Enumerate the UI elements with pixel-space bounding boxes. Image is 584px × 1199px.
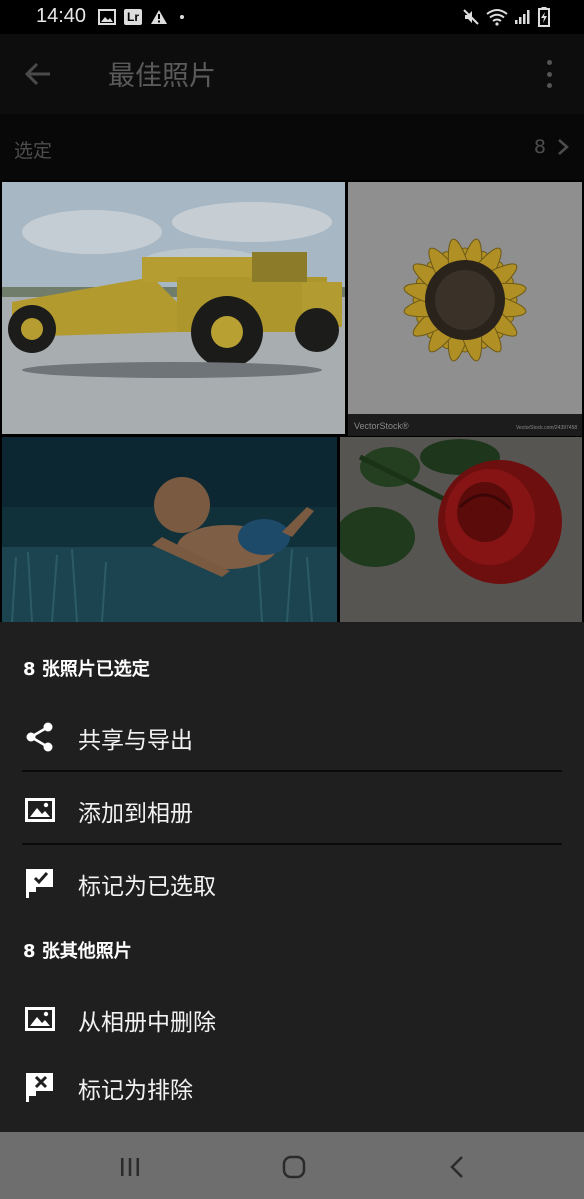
flag-reject-item[interactable]: 标记为排除 <box>0 1054 584 1120</box>
watermark-text: VectorStock® <box>354 421 409 431</box>
chevron-right-icon <box>558 139 569 155</box>
gallery-icon <box>98 9 116 25</box>
selection-label: 选定 <box>14 140 53 162</box>
photo-sunflower-drawing[interactable]: VectorStock® VectorStock.com/24397458 <box>348 182 582 436</box>
status-bar: 14:40 Lr <box>0 0 584 34</box>
add-to-album-item[interactable]: 添加到相册 <box>0 777 584 843</box>
status-left-icons: Lr <box>98 7 184 27</box>
page-title: 最佳照片 <box>108 61 216 92</box>
watermark-url: VectorStock.com/24397458 <box>516 425 577 431</box>
divider <box>22 843 562 845</box>
more-vert-icon[interactable] <box>544 60 554 88</box>
mute-icon <box>463 9 479 25</box>
flag-pick-icon <box>26 869 53 898</box>
dot-icon <box>180 15 184 19</box>
photo-yellow-scraper-truck[interactable] <box>2 182 345 434</box>
divider <box>22 770 562 772</box>
selected-section-header: 8 张照片已选定 <box>23 659 150 680</box>
battery-charging-icon <box>538 7 550 27</box>
selection-row[interactable]: 选定 8 <box>0 114 584 180</box>
lightroom-icon: Lr <box>124 9 142 25</box>
flag-pick-item[interactable]: 标记为已选取 <box>0 850 584 916</box>
remove-from-album-item[interactable]: 从相册中删除 <box>0 986 584 1052</box>
status-time: 14:40 <box>36 5 87 27</box>
share-icon <box>26 722 53 752</box>
add-to-album-icon <box>25 798 55 822</box>
photo-grid: VectorStock® VectorStock.com/24397458 <box>0 180 584 622</box>
photo-red-rose[interactable] <box>340 437 582 622</box>
flag-reject-icon <box>26 1073 53 1102</box>
app-bar: 最佳照片 <box>0 34 584 114</box>
flag-reject-label: 标记为排除 <box>78 1078 193 1104</box>
arrow-back-icon[interactable] <box>20 58 56 90</box>
status-right-icons <box>462 7 550 27</box>
signal-icon <box>515 10 530 24</box>
other-section-header: 8 张其他照片 <box>23 941 132 962</box>
remove-from-album-icon <box>25 1007 55 1031</box>
flag-pick-label: 标记为已选取 <box>78 874 216 900</box>
recents-icon[interactable] <box>115 1152 145 1182</box>
selection-count: 8 <box>533 136 546 158</box>
warning-icon <box>151 10 167 24</box>
add-to-album-label: 添加到相册 <box>78 801 193 827</box>
wifi-icon <box>486 9 508 26</box>
system-nav-bar <box>0 1132 584 1199</box>
remove-from-album-label: 从相册中删除 <box>78 1010 216 1036</box>
home-icon[interactable] <box>279 1152 309 1182</box>
share-export-label: 共享与导出 <box>78 728 193 754</box>
back-icon[interactable] <box>443 1152 473 1182</box>
bottom-sheet: 8 张照片已选定 共享与导出 添加到相册 标记为已选取 8 张其他照片 从相册中… <box>0 622 584 1132</box>
photo-baby-swimming-underwater[interactable] <box>2 437 337 622</box>
share-export-item[interactable]: 共享与导出 <box>0 704 584 770</box>
